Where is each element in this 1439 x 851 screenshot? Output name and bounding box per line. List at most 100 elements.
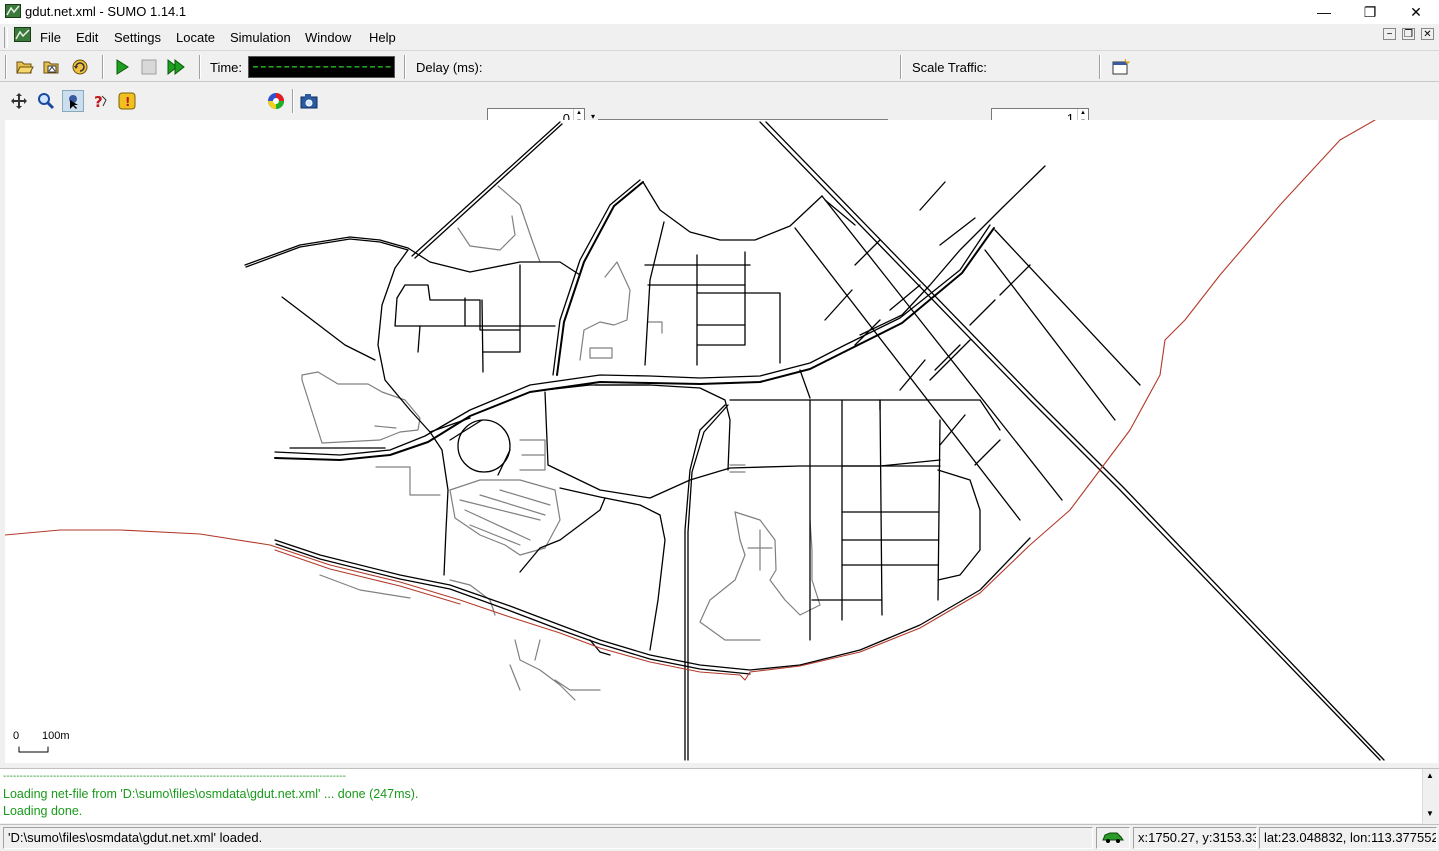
time-digit-segment — [362, 66, 368, 68]
query-info-button[interactable]: ? — [89, 90, 111, 112]
svg-text:!: ! — [125, 95, 130, 109]
time-digit-segment — [331, 66, 336, 68]
reload-button[interactable] — [69, 56, 91, 78]
menu-simulation[interactable]: Simulation — [230, 30, 291, 45]
scale-zero-label: 0 — [13, 730, 20, 742]
time-digit-segment — [276, 66, 282, 68]
separator — [1099, 55, 1101, 79]
window-title: gdut.net.xml - SUMO 1.14.1 — [25, 4, 187, 19]
screenshot-button[interactable] — [298, 90, 320, 112]
minimize-icon: — — [1317, 4, 1331, 20]
road-network — [5, 120, 1385, 761]
recenter-icon — [11, 93, 27, 109]
restore-icon: ❐ — [1363, 3, 1377, 20]
time-digit-segment — [323, 66, 329, 68]
menu-file[interactable]: File — [40, 30, 61, 45]
reload-icon — [72, 59, 88, 75]
time-digit-segment — [385, 66, 391, 68]
step-button[interactable] — [165, 56, 187, 78]
open-network-button[interactable] — [41, 56, 63, 78]
car-icon — [1102, 832, 1124, 843]
open-network-icon — [43, 61, 59, 74]
separator — [199, 55, 201, 79]
time-digit-segment — [354, 66, 360, 68]
cursor-latlon-coordinates: lat:23.048832, lon:113.377552 — [1259, 827, 1437, 849]
message-line-loading: Loading net-file from 'D:\sumo\files\osm… — [3, 787, 419, 801]
time-digit-segment — [260, 66, 266, 68]
message-separator: ----------------------------------------… — [3, 771, 346, 782]
scale-bar-line — [18, 746, 49, 753]
time-digit-segment — [346, 66, 352, 68]
camera-icon — [300, 94, 318, 109]
stop-button[interactable] — [138, 56, 160, 78]
menu-bar: File Edit Settings Locate Simulation Win… — [0, 24, 1439, 51]
run-button[interactable] — [111, 56, 133, 78]
status-bar: 'D:\sumo\files\osmdata\gdut.net.xml' loa… — [0, 824, 1439, 851]
minimize-button[interactable]: — — [1301, 0, 1347, 24]
mdi-restore-button[interactable]: ❐ — [1402, 28, 1415, 40]
edit-coloring-button[interactable] — [265, 90, 287, 112]
main-roads — [244, 121, 1385, 761]
warning-icon: ! — [118, 92, 136, 110]
time-digit-segment — [370, 66, 375, 68]
edit-breakpoints-button[interactable]: ! — [116, 90, 138, 112]
color-wheel-icon — [268, 93, 284, 109]
sumo-app-icon — [5, 4, 21, 18]
separator — [292, 89, 294, 113]
magnifier-icon — [38, 93, 55, 110]
select-cursor-icon — [69, 95, 78, 109]
new-view-icon — [1112, 59, 1130, 75]
step-icon — [167, 59, 185, 75]
scale-distance-label: 100m — [42, 730, 70, 742]
menu-locate[interactable]: Locate — [176, 30, 215, 45]
time-label: Time: — [210, 60, 243, 75]
menu-settings[interactable]: Settings — [114, 30, 161, 45]
separator — [900, 55, 902, 79]
select-mode-button[interactable] — [62, 90, 84, 112]
stop-icon — [141, 59, 157, 75]
separator — [404, 55, 406, 79]
time-display — [248, 56, 395, 78]
close-button[interactable]: ✕ — [1393, 0, 1439, 24]
scroll-up-icon[interactable]: ▲ — [1426, 771, 1434, 780]
scroll-down-icon[interactable]: ▼ — [1426, 809, 1434, 818]
open-config-button[interactable] — [14, 56, 36, 78]
time-digits — [253, 66, 391, 68]
menu-edit[interactable]: Edit — [76, 30, 98, 45]
view-toolbar: ? ! standard ▼ — [0, 86, 1439, 198]
time-digit-segment — [268, 66, 274, 68]
message-scrollbar[interactable]: ▲ ▼ — [1422, 769, 1439, 824]
scale-traffic-label: Scale Traffic: — [912, 60, 987, 75]
time-digit-segment — [338, 66, 344, 68]
time-digit-segment — [292, 66, 297, 68]
restore-button[interactable]: ❐ — [1347, 0, 1393, 24]
menubar-grip[interactable] — [4, 27, 8, 48]
cursor-xy-coordinates: x:1750.27, y:3153.33 — [1133, 827, 1257, 849]
mdi-minimize-button[interactable]: − — [1383, 28, 1396, 40]
play-icon — [116, 59, 129, 75]
message-line-done: Loading done. — [3, 804, 83, 818]
menu-help[interactable]: Help — [369, 30, 396, 45]
network-view-canvas[interactable]: 0 100m — [5, 120, 1438, 763]
svg-text:?: ? — [94, 93, 103, 110]
question-icon: ? — [94, 93, 107, 110]
close-icon: ✕ — [1410, 3, 1422, 20]
mdi-close-button[interactable]: ✕ — [1421, 28, 1434, 40]
menu-window[interactable]: Window — [305, 30, 351, 45]
title-bar: gdut.net.xml - SUMO 1.14.1 — ❐ ✕ — [0, 0, 1439, 24]
vehicle-status-field[interactable] — [1096, 827, 1130, 849]
time-digit-segment — [315, 66, 321, 68]
zoom-button[interactable] — [35, 90, 57, 112]
status-message: 'D:\sumo\files\osmdata\gdut.net.xml' loa… — [3, 827, 1093, 849]
delay-label: Delay (ms): — [416, 60, 483, 75]
new-view-button[interactable] — [1110, 56, 1132, 78]
recenter-view-button[interactable] — [8, 90, 30, 112]
toolbar-grip[interactable] — [5, 55, 7, 79]
time-digit-segment — [377, 66, 383, 68]
time-digit-segment — [307, 66, 313, 68]
simulation-toolbar: Time: Delay (ms): 0 ▲▼ ▾ Scale Traffic: … — [0, 52, 1439, 129]
railway — [5, 120, 1376, 681]
time-digit-segment — [253, 66, 258, 68]
document-icon[interactable] — [14, 27, 31, 42]
time-digit-segment — [284, 66, 290, 68]
